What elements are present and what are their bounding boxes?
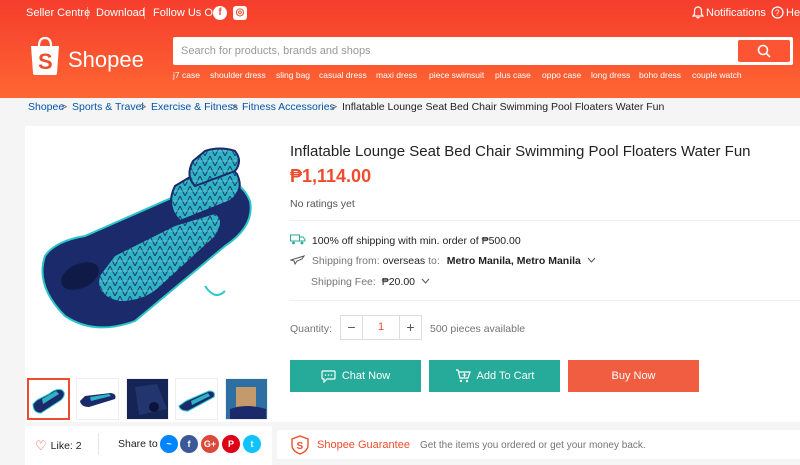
chat-now-button[interactable]: Chat Now — [290, 360, 421, 392]
pool-lounger-image — [41, 147, 252, 329]
download-link[interactable]: Download — [96, 7, 145, 19]
chevron-right-icon: > — [61, 101, 68, 113]
bell-icon[interactable] — [691, 6, 705, 22]
guarantee-text: Get the items you ordered or get your mo… — [420, 440, 646, 451]
svg-text:S: S — [297, 441, 304, 452]
shipping-label: Shipping — [311, 255, 353, 267]
divider — [87, 7, 88, 19]
suggestion-link[interactable]: long dress — [591, 70, 630, 80]
shipping-destination[interactable]: Metro Manila, Metro Manila — [447, 255, 581, 267]
thumbnail[interactable] — [175, 378, 218, 420]
like-count: Like: 2 — [50, 440, 82, 452]
suggestion-link[interactable]: j7 case — [173, 70, 200, 80]
chat-icon — [321, 369, 336, 383]
shopee-guarantee-banner[interactable]: S Shopee Guarantee Get the items you ord… — [277, 430, 800, 459]
messenger-icon[interactable]: ~ — [160, 435, 178, 453]
thumbnail[interactable] — [27, 378, 70, 420]
search-suggestions: j7 case shoulder dress sling bag casual … — [173, 70, 793, 82]
pinterest-icon[interactable]: P — [222, 435, 240, 453]
shipping-fee-value[interactable]: ₱20.00 — [382, 276, 415, 288]
breadcrumb-link[interactable]: Fitness Accessories — [242, 101, 335, 113]
buy-now-button[interactable]: Buy Now — [568, 360, 699, 392]
free-shipping-row: 100% off shipping with min. order of ₱50… — [290, 234, 521, 247]
top-navbar: Seller Centre Download Follow Us On f ◎ … — [0, 0, 800, 26]
suggestion-link[interactable]: shoulder dress — [210, 70, 266, 80]
suggestion-link[interactable]: casual dress — [319, 70, 367, 80]
shipping-fee-label: Shipping Fee: — [311, 276, 376, 288]
suggestion-link[interactable]: boho dress — [639, 70, 681, 80]
quantity-label: Quantity: — [290, 323, 333, 335]
to-label: to: — [428, 255, 440, 267]
divider — [98, 433, 99, 455]
follow-us-label: Follow Us On — [153, 7, 220, 19]
breadcrumb-link[interactable]: Exercise & Fitness — [151, 101, 238, 113]
instagram-icon[interactable]: ◎ — [233, 6, 247, 20]
thumbnail-strip — [25, 375, 272, 420]
help-link[interactable]: He — [786, 7, 800, 19]
chevron-right-icon: > — [331, 101, 338, 113]
shipping-origin-row: Shipping from: overseas to: Metro Manila… — [289, 254, 596, 267]
thumbnail[interactable] — [76, 378, 119, 420]
cart-icon — [455, 369, 471, 383]
chevron-right-icon: > — [231, 101, 238, 113]
plane-icon — [289, 255, 306, 266]
divider — [290, 300, 800, 301]
buy-now-label: Buy Now — [611, 370, 656, 382]
logo-text: Shopee — [68, 47, 144, 72]
quantity-stepper: − 1 + — [340, 315, 422, 340]
shipping-fee-row: Shipping Fee: ₱20.00 — [311, 276, 430, 288]
suggestion-link[interactable]: plus case — [495, 70, 531, 80]
chat-now-label: Chat Now — [341, 370, 391, 382]
breadcrumb-current: Inflatable Lounge Seat Bed Chair Swimmin… — [342, 101, 665, 113]
add-to-cart-label: Add To Cart — [476, 370, 535, 382]
shield-icon: S — [291, 435, 309, 455]
stock-available: 500 pieces available — [430, 323, 526, 335]
increase-button[interactable]: + — [399, 316, 421, 339]
suggestion-link[interactable]: oppo case — [542, 70, 581, 80]
quantity-value[interactable]: 1 — [363, 316, 399, 339]
share-label: Share to — [118, 438, 158, 450]
add-to-cart-button[interactable]: Add To Cart — [429, 360, 560, 392]
help-icon[interactable]: ? — [771, 6, 784, 22]
google-plus-icon[interactable]: G+ — [201, 435, 219, 453]
divider — [290, 220, 800, 221]
seller-centre-link[interactable]: Seller Centre — [26, 7, 90, 19]
search-button[interactable] — [738, 40, 790, 62]
suggestion-link[interactable]: piece swimsuit — [429, 70, 484, 80]
like-button[interactable]: ♡ Like: 2 — [35, 438, 82, 454]
chevron-down-icon[interactable] — [587, 257, 596, 263]
twitter-icon[interactable]: t — [243, 435, 261, 453]
search-bar — [173, 37, 793, 65]
search-input[interactable] — [181, 40, 721, 62]
notifications-link[interactable]: Notifications — [706, 7, 766, 19]
guarantee-title: Shopee Guarantee — [317, 439, 410, 451]
chevron-down-icon[interactable] — [421, 278, 430, 284]
product-price: ₱1,114.00 — [290, 166, 372, 186]
facebook-icon[interactable]: f — [213, 6, 227, 20]
product-main-image[interactable] — [25, 126, 272, 370]
svg-text:?: ? — [775, 9, 780, 18]
truck-icon — [290, 234, 306, 245]
svg-text:S: S — [38, 49, 53, 74]
rating-status: No ratings yet — [290, 198, 355, 210]
decrease-button[interactable]: − — [341, 316, 363, 339]
suggestion-link[interactable]: couple watch — [692, 70, 742, 80]
free-shipping-text: 100% off shipping with min. order of ₱50… — [311, 235, 521, 247]
from-label: from: — [355, 255, 380, 267]
breadcrumb-link[interactable]: Shopee — [28, 101, 64, 113]
shopee-bag-icon: S — [31, 36, 59, 75]
search-icon — [757, 44, 771, 58]
shipping-from-value: overseas — [382, 255, 426, 267]
heart-icon: ♡ — [35, 438, 47, 453]
chevron-right-icon: > — [140, 101, 147, 113]
thumbnail[interactable] — [126, 378, 169, 420]
product-title: Inflatable Lounge Seat Bed Chair Swimmin… — [290, 143, 751, 160]
facebook-share-icon[interactable]: f — [180, 435, 198, 453]
thumbnail[interactable] — [225, 378, 268, 420]
divider — [144, 7, 145, 19]
breadcrumb-link[interactable]: Sports & Travel — [72, 101, 144, 113]
header: Seller Centre Download Follow Us On f ◎ … — [0, 0, 800, 98]
suggestion-link[interactable]: sling bag — [276, 70, 310, 80]
suggestion-link[interactable]: maxi dress — [376, 70, 417, 80]
